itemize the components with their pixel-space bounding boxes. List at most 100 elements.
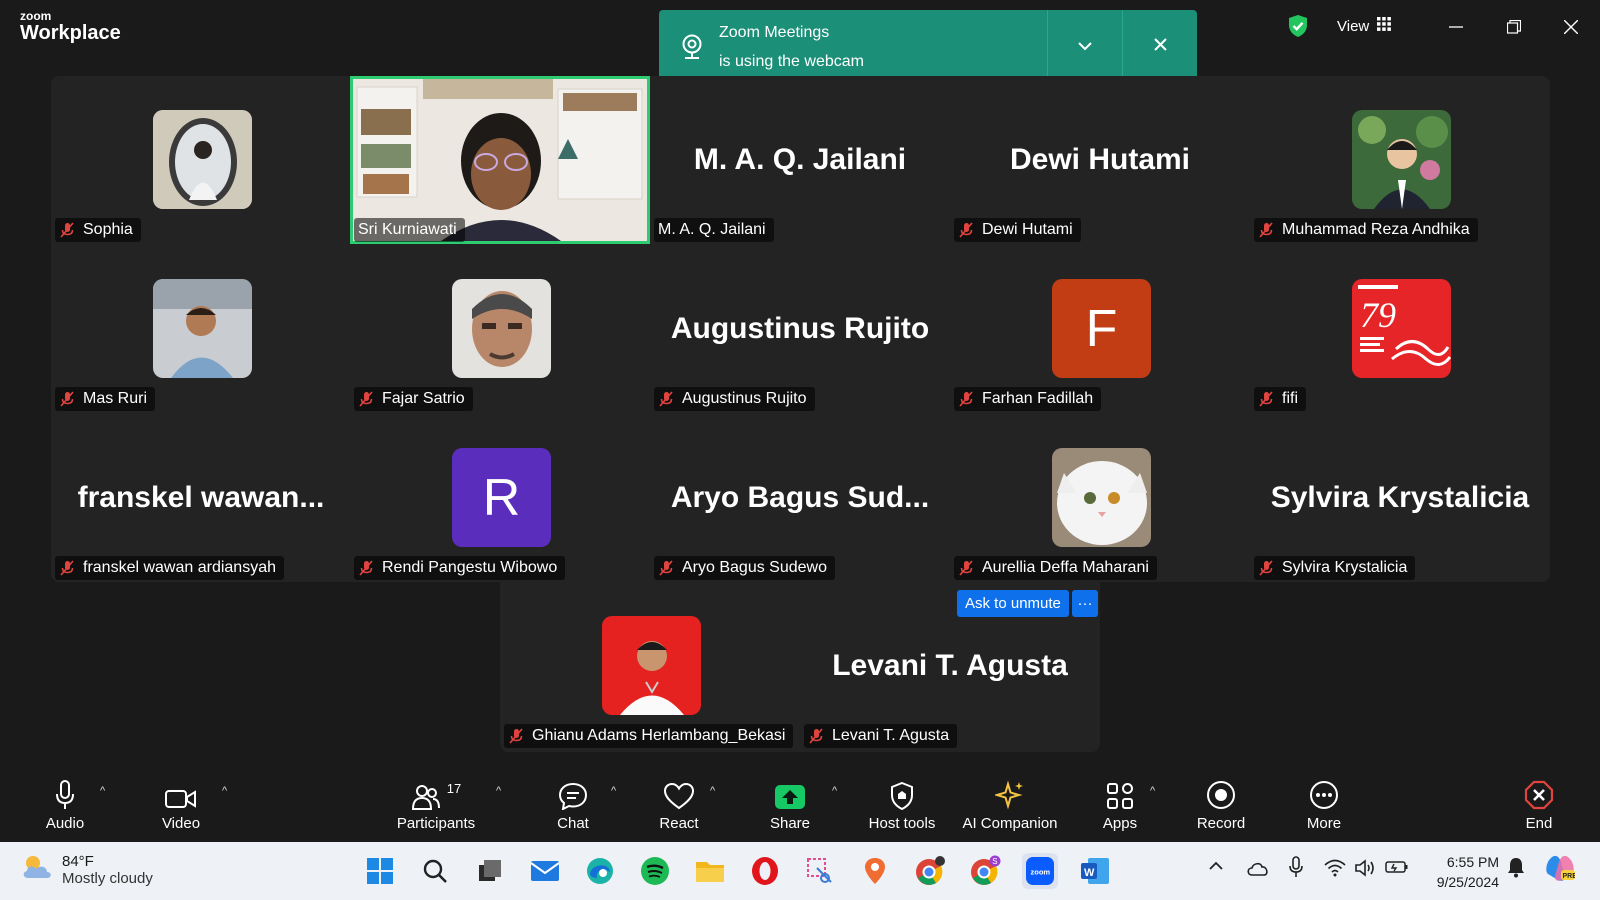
- close-window-button[interactable]: [1556, 12, 1586, 42]
- participant-name-label: Augustinus Rujito: [654, 387, 815, 411]
- participant-name-label: Aryo Bagus Sudewo: [654, 556, 835, 580]
- participant-name: Mas Ruri: [83, 390, 148, 407]
- notification-bell-icon[interactable]: [1507, 856, 1525, 883]
- snipping-tool-icon[interactable]: [802, 853, 838, 889]
- participant-name: Sylvira Krystalicia: [1282, 559, 1408, 576]
- ai-companion-button[interactable]: AI Companion: [960, 778, 1060, 832]
- clock-time: 6:55 PM: [1446, 854, 1499, 870]
- more-button[interactable]: More: [1302, 778, 1346, 832]
- participant-tile[interactable]: Mas Ruri: [51, 245, 351, 413]
- taskbar-clock[interactable]: 6:55 PM 9/25/2024: [1437, 852, 1499, 892]
- participant-name-label: Ghianu Adams Herlambang_Bekasi: [504, 724, 794, 748]
- svg-text:zoom: zoom: [1031, 868, 1051, 877]
- participant-tile[interactable]: Augustinus Rujito Augustinus Rujito: [650, 245, 950, 413]
- participant-tile[interactable]: franskel wawan... franskel wawan ardians…: [51, 414, 351, 582]
- share-options-caret[interactable]: ^: [832, 785, 837, 797]
- participant-tile[interactable]: Aryo Bagus Sud... Aryo Bagus Sudewo: [650, 414, 950, 582]
- share-screen-icon: [774, 778, 806, 810]
- start-menu-icon[interactable]: [362, 853, 398, 889]
- participant-name: Muhammad Reza Andhika: [1282, 221, 1470, 238]
- chat-options-caret[interactable]: ^: [611, 785, 616, 797]
- participant-tile[interactable]: Aurellia Deffa Maharani: [950, 414, 1250, 582]
- search-icon[interactable]: [417, 853, 453, 889]
- video-options-caret[interactable]: ^: [222, 785, 227, 797]
- participant-name-label: Muhammad Reza Andhika: [1254, 218, 1478, 242]
- participant-tile[interactable]: F Farhan Fadillah: [950, 245, 1250, 413]
- view-button[interactable]: View: [1337, 17, 1392, 35]
- chevron-up-icon[interactable]: [1208, 859, 1224, 877]
- word-icon[interactable]: W: [1077, 853, 1113, 889]
- edge-browser-icon[interactable]: [582, 853, 618, 889]
- end-meeting-button[interactable]: End: [1520, 778, 1558, 832]
- close-icon: [1153, 37, 1167, 56]
- participants-icon: 17: [411, 778, 461, 810]
- muted-mic-icon: [1258, 222, 1274, 238]
- notification-close-button[interactable]: [1122, 10, 1197, 83]
- participant-name: Fajar Satrio: [382, 390, 465, 407]
- chat-label: Chat: [557, 815, 589, 832]
- react-options-caret[interactable]: ^: [710, 785, 715, 797]
- participant-tile[interactable]: M. A. Q. Jailani M. A. Q. Jailani: [650, 76, 950, 244]
- security-shield-icon[interactable]: [1288, 14, 1308, 43]
- participants-count: 17: [446, 781, 462, 796]
- end-label: End: [1525, 815, 1553, 832]
- weather-temperature: 84°F: [62, 852, 94, 870]
- task-view-icon[interactable]: [472, 853, 508, 889]
- apps-label: Apps: [1102, 815, 1138, 832]
- volume-icon[interactable]: [1354, 859, 1376, 882]
- apps-button[interactable]: Apps: [1100, 778, 1140, 832]
- participants-button[interactable]: 17 Participants: [392, 778, 480, 832]
- apps-options-caret[interactable]: ^: [1150, 785, 1155, 797]
- record-button[interactable]: Record: [1193, 778, 1249, 832]
- file-explorer-icon[interactable]: [692, 853, 728, 889]
- active-speaker-tile[interactable]: Sri Kurniawati: [350, 76, 650, 244]
- participant-tile[interactable]: 79 fifi: [1250, 245, 1550, 413]
- battery-icon[interactable]: [1385, 859, 1409, 880]
- record-icon: [1206, 778, 1236, 810]
- participant-tile[interactable]: Sophia: [51, 76, 351, 244]
- wifi-icon[interactable]: [1324, 859, 1346, 882]
- muted-mic-icon: [1258, 560, 1274, 576]
- host-tools-button[interactable]: Host tools: [862, 778, 942, 832]
- mail-icon[interactable]: [527, 853, 563, 889]
- react-button[interactable]: React: [657, 778, 701, 832]
- participant-tile[interactable]: Dewi Hutami Dewi Hutami: [950, 76, 1250, 244]
- restore-button[interactable]: [1499, 12, 1529, 42]
- chat-button[interactable]: Chat: [551, 778, 595, 832]
- sparkle-icon: [995, 778, 1025, 810]
- participant-tile[interactable]: Fajar Satrio: [350, 245, 650, 413]
- chrome-profile-icon[interactable]: S: [967, 853, 1003, 889]
- audio-options-caret[interactable]: ^: [100, 785, 105, 797]
- share-button[interactable]: Share: [767, 778, 813, 832]
- svg-text:W: W: [1084, 867, 1095, 879]
- video-button[interactable]: Video: [155, 778, 207, 832]
- svg-text:S: S: [992, 857, 997, 866]
- participant-tile[interactable]: Ghianu Adams Herlambang_Bekasi: [500, 582, 800, 750]
- participant-tile[interactable]: Sylvira Krystalicia Sylvira Krystalicia: [1250, 414, 1550, 582]
- minimize-button[interactable]: [1441, 12, 1471, 42]
- maps-pin-icon[interactable]: [857, 853, 893, 889]
- heart-icon: [663, 778, 695, 810]
- spotify-icon[interactable]: [637, 853, 673, 889]
- audio-button[interactable]: Audio: [40, 778, 90, 832]
- participant-tile[interactable]: Levani T. Agusta Levani T. Agusta: [800, 582, 1100, 750]
- chrome-icon[interactable]: [912, 853, 948, 889]
- participants-options-caret[interactable]: ^: [496, 785, 501, 797]
- weather-widget[interactable]: 84°F Mostly cloudy: [20, 852, 153, 887]
- muted-mic-icon: [1258, 391, 1274, 407]
- zoom-app-icon[interactable]: zoom: [1022, 853, 1058, 889]
- svg-text:PRE: PRE: [1563, 873, 1576, 880]
- video-camera-icon: [165, 778, 197, 810]
- opera-browser-icon[interactable]: [747, 853, 783, 889]
- participant-tile[interactable]: Muhammad Reza Andhika: [1250, 76, 1550, 244]
- participant-name: Rendi Pangestu Wibowo: [382, 559, 558, 576]
- notification-expand-button[interactable]: [1047, 10, 1122, 83]
- view-label: View: [1337, 17, 1370, 35]
- avatar: [153, 279, 252, 378]
- onedrive-cloud-icon[interactable]: [1246, 860, 1270, 881]
- copilot-icon[interactable]: PRE: [1545, 854, 1577, 887]
- end-icon: [1524, 778, 1554, 810]
- participant-tile[interactable]: R Rendi Pangestu Wibowo: [350, 414, 650, 582]
- muted-mic-icon: [59, 222, 75, 238]
- tray-microphone-icon[interactable]: [1288, 856, 1304, 883]
